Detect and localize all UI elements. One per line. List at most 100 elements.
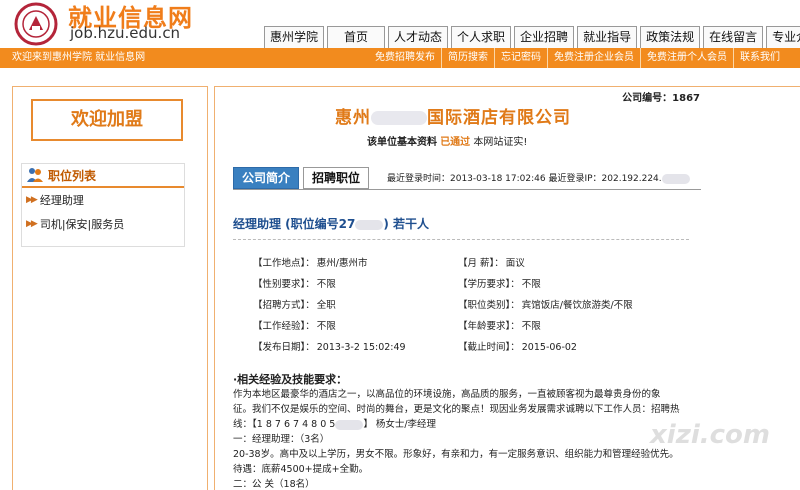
welcome-text: 欢迎来到惠州学院 就业信息网	[12, 52, 146, 63]
job-list-title: 职位列表	[48, 168, 97, 183]
company-tabs: 公司简介 招聘职位	[233, 167, 370, 189]
field-value: 不限	[316, 278, 336, 290]
info-cell: 【月 薪】： 面议	[458, 255, 663, 269]
field-label: 【学历要求】：	[458, 278, 520, 290]
divider	[233, 239, 689, 240]
requirements-body: 作为本地区最豪华的酒店之一，以高品位的环境设施，高品质的服务，一直被顾客视为最尊…	[233, 387, 699, 490]
field-value: 2015-06-02	[521, 341, 577, 353]
site-url: job.hzu.edu.cn	[70, 24, 181, 42]
field-label: 【月 薪】：	[458, 257, 504, 269]
university-logo-icon[interactable]	[10, 2, 62, 46]
field-label: 【截止时间】：	[458, 341, 520, 353]
info-cell: 【工作经验】： 不限	[253, 318, 458, 332]
hotline-prefix: 线：【1 8 7 6 7 4 8 0 5	[233, 419, 336, 430]
redacted-blur	[371, 111, 427, 125]
strip-link-forgot-password[interactable]: 忘记密码	[494, 48, 547, 68]
info-row: 【工作地点】： 惠州/惠州市 【月 薪】： 面议	[253, 251, 673, 272]
verify-status: 已通过	[440, 137, 471, 148]
info-row: 【发布日期】： 2013-3-2 15:02:49 【截止时间】： 2015-06-…	[253, 335, 673, 356]
redacted-blur	[335, 419, 364, 430]
nav-tab-home[interactable]: 首页	[327, 26, 386, 48]
field-label: 【工作地点】：	[253, 257, 315, 269]
req-line: 待遇：底薪4500+提成+全勤。	[233, 464, 369, 475]
info-cell: 【招聘方式】： 全职	[253, 297, 458, 311]
hotline-suffix: 】 杨女士/李经理	[363, 419, 437, 430]
company-name-prefix: 惠州	[335, 108, 371, 128]
nav-tab-job-seeking[interactable]: 个人求职	[451, 26, 512, 48]
field-value: 惠州/惠州市	[316, 257, 368, 269]
company-name-suffix: 国际酒店有限公司	[427, 108, 571, 128]
list-item[interactable]: ▶▶ 司机|保安|服务员	[22, 212, 184, 236]
main-nav: 惠州学院 首页 人才动态 个人求职 企业招聘 就业指导 政策法规 在线留言 专业…	[264, 26, 800, 48]
field-value: 面议	[505, 257, 525, 269]
field-label: 【职位类别】：	[458, 299, 520, 311]
verify-prefix: 该单位基本资料	[367, 137, 437, 148]
info-row: 【招聘方式】： 全职 【职位类别】： 宾馆饭店/餐饮旅游类/不限	[253, 293, 673, 314]
strip-link-contact[interactable]: 联系我们	[733, 48, 786, 68]
strip-link-resume-search[interactable]: 简历搜索	[441, 48, 494, 68]
info-row: 【性别要求】： 不限 【学历要求】： 不限	[253, 272, 673, 293]
field-label: 【工作经验】：	[253, 320, 315, 332]
tabs-underline	[233, 189, 701, 190]
double-arrow-icon: ▶▶	[26, 195, 38, 205]
watermark: xizi.com	[650, 420, 770, 450]
list-item[interactable]: ▶▶ 经理助理	[22, 188, 184, 212]
field-label: 【发布日期】：	[253, 341, 315, 353]
redacted-blur	[661, 173, 690, 184]
verification-note: 该单位基本资料 已通过 本网站证实!	[367, 133, 527, 148]
strip-link-register-company[interactable]: 免费注册企业会员	[547, 48, 640, 68]
req-line: 一：经理助理：（3名）	[233, 434, 330, 445]
nav-tab-guidance[interactable]: 就业指导	[577, 26, 638, 48]
info-cell: 【发布日期】： 2013-3-2 15:02:49	[253, 339, 458, 353]
requirements-heading: ·相关经验及技能要求：	[233, 373, 348, 386]
job-info-grid: 【工作地点】： 惠州/惠州市 【月 薪】： 面议 【性别要求】： 不限 【学历要求】：…	[253, 251, 673, 356]
field-label: 【性别要求】：	[253, 278, 315, 290]
post-title-suffix: ) 若干人	[383, 217, 430, 231]
info-cell: 【性别要求】： 不限	[253, 276, 458, 290]
job-list: 职位列表 ▶▶ 经理助理 ▶▶ 司机|保安|服务员	[21, 163, 185, 247]
info-row: 【工作经验】： 不限 【年龄要求】： 不限	[253, 314, 673, 335]
field-value: 全职	[316, 299, 336, 311]
last-login-text: 最近登录时间：2013-03-18 17:02:46 最近登录IP：202.19…	[387, 174, 662, 184]
strip-link-post-job[interactable]: 免费招聘发布	[369, 48, 441, 68]
join-banner[interactable]: 欢迎加盟	[31, 99, 183, 141]
people-icon	[27, 168, 43, 182]
tab-job-postings[interactable]: 招聘职位	[303, 167, 370, 189]
strip-links: 免费招聘发布 简历搜索 忘记密码 免费注册企业会员 免费注册个人会员 联系我们	[369, 48, 786, 68]
job-item-label[interactable]: 经理助理	[40, 192, 84, 208]
job-item-label[interactable]: 司机|保安|服务员	[40, 216, 124, 232]
field-value: 不限	[316, 320, 336, 332]
post-title: 经理助理 (职位编号27 ) 若干人	[233, 215, 429, 232]
field-value: 宾馆饭店/餐饮旅游类/不限	[521, 299, 633, 311]
field-label: 【招聘方式】：	[253, 299, 315, 311]
nav-tab-talent-news[interactable]: 人才动态	[388, 26, 449, 48]
info-cell: 【年龄要求】： 不限	[458, 318, 663, 332]
verify-suffix: 本网站证实!	[473, 137, 528, 148]
req-line: 二：公 关（18名）	[233, 479, 315, 490]
double-arrow-icon: ▶▶	[26, 219, 38, 229]
strip-link-register-person[interactable]: 免费注册个人会员	[640, 48, 733, 68]
nav-tab-message[interactable]: 在线留言	[703, 26, 764, 48]
post-title-prefix: 经理助理 (职位编号27	[233, 217, 356, 231]
job-list-header: 职位列表	[22, 164, 184, 188]
field-value: 2013-3-2 15:02:49	[316, 341, 406, 353]
company-id: 公司编号：1867	[622, 93, 700, 104]
field-label: 【年龄要求】：	[458, 320, 520, 332]
top-strip: 欢迎来到惠州学院 就业信息网 免费招聘发布 简历搜索 忘记密码 免费注册企业会员…	[0, 48, 800, 68]
company-name: 惠州 国际酒店有限公司	[335, 103, 571, 128]
nav-tab-majors[interactable]: 专业介绍	[766, 26, 800, 48]
req-line: 线：【1 8 7 6 7 4 8 0 5 】 杨女士/李经理	[233, 417, 699, 432]
nav-tab-recruitment[interactable]: 企业招聘	[514, 26, 575, 48]
info-cell: 【学历要求】： 不限	[458, 276, 663, 290]
info-cell: 【截止时间】： 2015-06-02	[458, 339, 663, 353]
field-value: 不限	[521, 278, 541, 290]
field-value: 不限	[521, 320, 541, 332]
nav-tab-policy[interactable]: 政策法规	[640, 26, 701, 48]
info-cell: 【职位类别】： 宾馆饭店/餐饮旅游类/不限	[458, 297, 663, 311]
nav-tab-huizhou[interactable]: 惠州学院	[264, 26, 325, 48]
req-line: 作为本地区最豪华的酒店之一，以高品位的环境设施，高品质的服务，一直被顾客视为最尊…	[233, 389, 661, 400]
left-sidebar: 欢迎加盟 职位列表 ▶▶ 经理助理 ▶▶ 司机|保安|服务员	[12, 86, 208, 490]
tab-company-intro[interactable]: 公司简介	[233, 167, 300, 189]
site-header: 就业信息网 job.hzu.edu.cn 惠州学院 首页 人才动态 个人求职 企…	[0, 0, 800, 48]
redacted-blur	[355, 219, 384, 230]
